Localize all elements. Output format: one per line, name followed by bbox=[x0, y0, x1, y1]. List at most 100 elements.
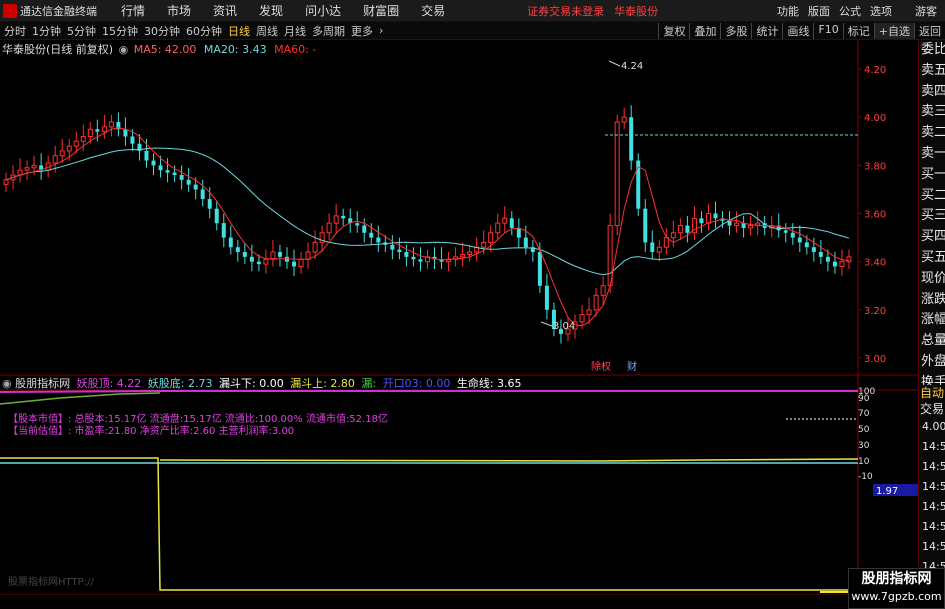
tool-multi-stock[interactable]: 多股 bbox=[720, 22, 751, 39]
candle-body[interactable] bbox=[179, 175, 184, 180]
candle-body[interactable] bbox=[593, 294, 599, 311]
menu-news[interactable]: 资讯 bbox=[213, 2, 237, 19]
candle-body[interactable] bbox=[59, 150, 65, 157]
candle-body[interactable] bbox=[3, 179, 9, 186]
candle-body[interactable] bbox=[713, 213, 718, 219]
candle-body[interactable] bbox=[600, 285, 606, 296]
back-button[interactable]: 返回 bbox=[914, 22, 945, 39]
candle-body[interactable] bbox=[228, 237, 233, 248]
tool-draw[interactable]: 画线 bbox=[782, 22, 813, 39]
candle-body[interactable] bbox=[292, 261, 297, 267]
candle-body[interactable] bbox=[87, 128, 93, 137]
candle-body[interactable] bbox=[249, 256, 254, 262]
tool-f10[interactable]: F10 bbox=[813, 22, 842, 39]
candle-body[interactable] bbox=[376, 237, 381, 243]
candle-body[interactable] bbox=[144, 150, 149, 161]
candle-body[interactable] bbox=[516, 227, 521, 238]
candle-body[interactable] bbox=[95, 129, 100, 132]
candle-body[interactable] bbox=[207, 199, 212, 209]
trade-login-notice[interactable]: 证券交易未登录 bbox=[527, 3, 604, 19]
chevron-right-icon[interactable]: › bbox=[379, 24, 383, 37]
stock-title[interactable]: 华泰股份(日线 前复权) bbox=[2, 43, 113, 56]
period-intraday[interactable]: 分时 bbox=[4, 23, 26, 39]
candle-body[interactable] bbox=[523, 237, 528, 248]
candle-body[interactable] bbox=[200, 189, 205, 200]
candle-body[interactable] bbox=[677, 225, 683, 234]
menu-wealth[interactable]: 财富圈 bbox=[363, 2, 399, 19]
kline-chart[interactable]: 4.20 4.00 3.80 3.60 3.40 3.20 3.00 4.24 3.04 除… bbox=[0, 40, 918, 595]
menu-discover[interactable]: 发现 bbox=[259, 2, 283, 19]
candle-body[interactable] bbox=[797, 237, 802, 243]
period-30min[interactable]: 30分钟 bbox=[144, 23, 180, 39]
candle-body[interactable] bbox=[488, 232, 494, 243]
menu-ask[interactable]: 问小达 bbox=[305, 2, 341, 19]
candle-body[interactable] bbox=[369, 232, 374, 238]
candle-body[interactable] bbox=[804, 242, 809, 248]
period-multi[interactable]: 多周期 bbox=[312, 23, 345, 39]
candle-body[interactable] bbox=[481, 241, 487, 248]
candle-body[interactable] bbox=[130, 136, 135, 144]
tool-mark[interactable]: 标记 bbox=[842, 22, 874, 39]
add-watchlist-button[interactable]: +自选 bbox=[873, 22, 914, 39]
candle-body[interactable] bbox=[263, 258, 269, 265]
candle-body[interactable] bbox=[172, 172, 177, 175]
candle-body[interactable] bbox=[277, 252, 282, 257]
period-weekly[interactable]: 周线 bbox=[256, 23, 278, 39]
candle-body[interactable] bbox=[101, 126, 107, 133]
candle-body[interactable] bbox=[221, 223, 226, 238]
menu-market[interactable]: 市场 bbox=[167, 2, 191, 19]
candle-body[interactable] bbox=[165, 170, 170, 173]
candle-body[interactable] bbox=[790, 232, 795, 238]
candle-body[interactable] bbox=[579, 314, 585, 323]
candle-body[interactable] bbox=[418, 259, 423, 262]
period-1min[interactable]: 1分钟 bbox=[32, 23, 61, 39]
candle-body[interactable] bbox=[66, 145, 72, 152]
period-60min[interactable]: 60分钟 bbox=[186, 23, 222, 39]
tool-adjust[interactable]: 复权 bbox=[658, 22, 689, 39]
candle-body[interactable] bbox=[811, 247, 816, 253]
gear-icon[interactable]: ◉ bbox=[2, 377, 12, 390]
candle-body[interactable] bbox=[460, 253, 466, 258]
candle-body[interactable] bbox=[312, 241, 318, 253]
candle-body[interactable] bbox=[404, 252, 409, 257]
menu-layout[interactable]: 版面 bbox=[808, 3, 830, 19]
candlesticks[interactable] bbox=[3, 105, 852, 344]
menu-quotes[interactable]: 行情 bbox=[121, 2, 145, 19]
tick-trade[interactable]: 交易 bbox=[919, 401, 945, 417]
candle-body[interactable] bbox=[242, 252, 247, 257]
candle-body[interactable] bbox=[341, 215, 346, 219]
tool-overlay[interactable]: 叠加 bbox=[689, 22, 720, 39]
candle-body[interactable] bbox=[158, 165, 163, 171]
candle-body[interactable] bbox=[705, 213, 711, 224]
menu-options[interactable]: 选项 bbox=[870, 3, 892, 19]
candle-body[interactable] bbox=[186, 179, 191, 185]
candle-body[interactable] bbox=[326, 222, 332, 234]
candle-body[interactable] bbox=[699, 218, 704, 224]
tick-auto[interactable]: 自动 bbox=[919, 385, 945, 401]
candle-body[interactable] bbox=[656, 246, 662, 253]
candle-body[interactable] bbox=[818, 252, 823, 257]
gear-icon[interactable]: ◉ bbox=[119, 43, 129, 56]
candle-body[interactable] bbox=[670, 232, 676, 239]
candle-body[interactable] bbox=[614, 121, 620, 227]
candle-body[interactable] bbox=[108, 121, 114, 128]
candle-body[interactable] bbox=[748, 225, 754, 229]
candle-body[interactable] bbox=[643, 208, 648, 243]
candle-body[interactable] bbox=[629, 117, 634, 161]
candle-body[interactable] bbox=[650, 242, 655, 253]
guest-user[interactable]: 游客 bbox=[915, 3, 937, 19]
candle-body[interactable] bbox=[783, 230, 788, 233]
menu-function[interactable]: 功能 bbox=[777, 3, 799, 19]
candle-body[interactable] bbox=[495, 222, 501, 234]
candle-body[interactable] bbox=[502, 217, 508, 224]
candle-body[interactable] bbox=[390, 244, 395, 250]
candle-body[interactable] bbox=[52, 155, 58, 164]
candle-body[interactable] bbox=[411, 256, 416, 260]
tool-stats[interactable]: 统计 bbox=[751, 22, 782, 39]
candle-body[interactable] bbox=[31, 164, 37, 169]
candle-body[interactable] bbox=[193, 184, 198, 190]
candle-body[interactable] bbox=[235, 247, 240, 253]
candle-body[interactable] bbox=[621, 116, 627, 123]
period-daily[interactable]: 日线 bbox=[228, 23, 250, 39]
candle-body[interactable] bbox=[24, 167, 30, 171]
